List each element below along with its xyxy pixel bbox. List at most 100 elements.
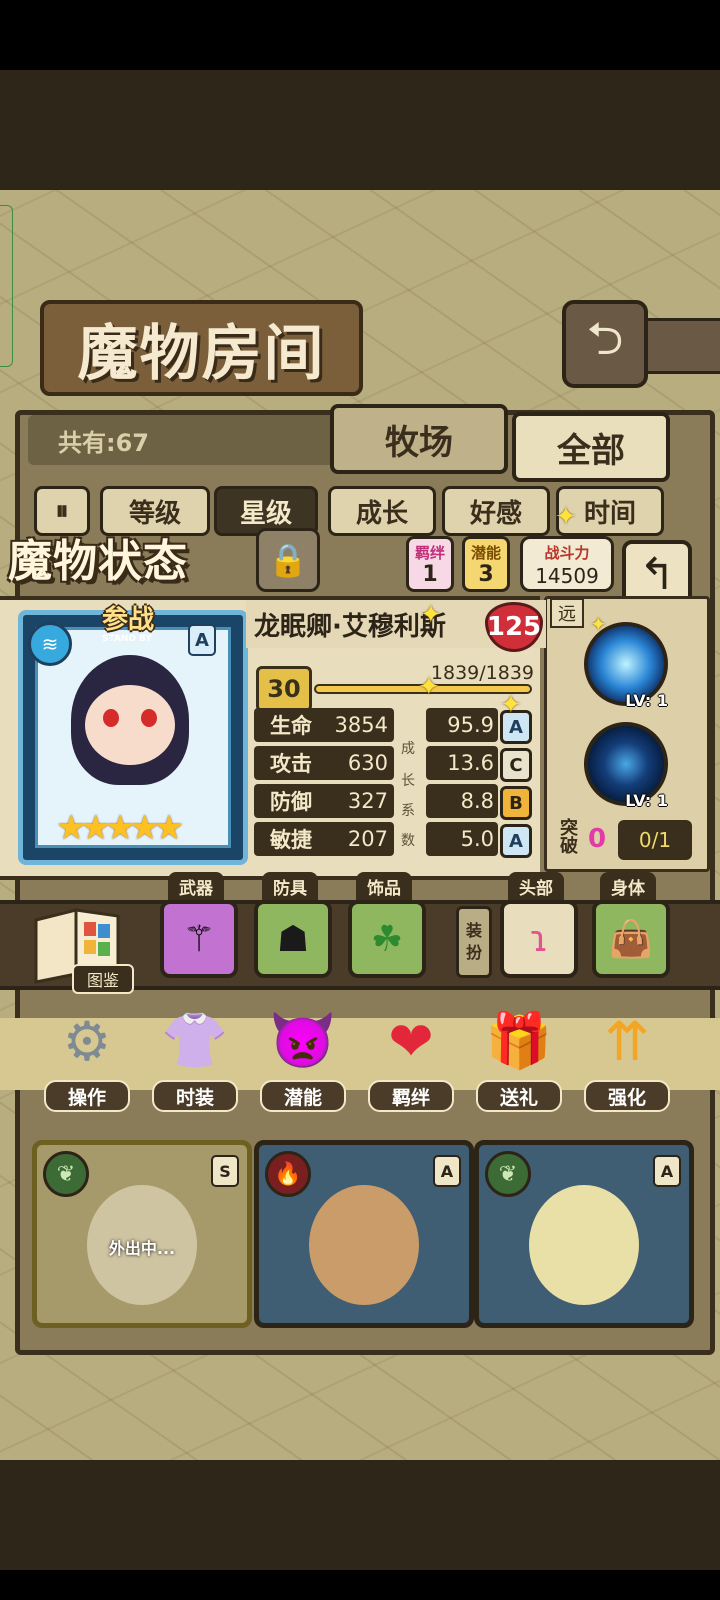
combat-power-label: 战斗力 (544, 544, 590, 562)
monster-count: 共有:67 (28, 415, 358, 465)
stand-by-subtitle: STAND BY (102, 634, 152, 644)
stat-hp-label: 生命 (254, 708, 328, 742)
bag-icon: 👜 (608, 919, 654, 960)
fire-icon: 🔥 (265, 1151, 311, 1197)
star-rating: ★★★★★ (56, 808, 196, 848)
potential-stat[interactable]: 潜能 3 (462, 536, 510, 592)
monster-card-2-rank: A (433, 1155, 461, 1187)
back-button-frame (640, 318, 720, 374)
potential-value: 3 (478, 562, 494, 587)
breakthrough-progress[interactable]: 0/1 (618, 820, 692, 860)
action-enhance-button[interactable]: ⇈ 强化 (578, 1000, 676, 1112)
monster-card-2[interactable]: 🔥 A (254, 1140, 474, 1328)
tab-ranch[interactable]: 牧场 (330, 404, 508, 474)
breakthrough-value: 0 (588, 824, 607, 854)
room-back-button[interactable]: ⮌ (562, 300, 648, 388)
action-bond-label: 羁绊 (368, 1080, 454, 1112)
stat-agi-grade: A (500, 824, 532, 858)
action-outfit-button[interactable]: 👚 时装 (146, 1000, 244, 1112)
stat-def-growth: 8.8 (426, 784, 498, 818)
bond-value: 1 (422, 562, 438, 587)
monster-card-1[interactable]: ❦ S 外出中... (32, 1140, 252, 1328)
tab-all[interactable]: 全部 (512, 412, 670, 482)
action-enhance-label: 强化 (584, 1080, 670, 1112)
stat-agi-growth: 5.0 (426, 822, 498, 856)
body-slot[interactable]: 👜 (592, 900, 670, 978)
bond-stat[interactable]: 羁绊 1 (406, 536, 454, 592)
sort-growth[interactable]: 成长 (328, 486, 436, 536)
stat-def-value: 327 (328, 784, 394, 818)
back-arrow-icon: ⮌ (586, 311, 624, 365)
accessory-slot[interactable]: ☘ (348, 900, 426, 978)
action-potential-label: 潜能 (260, 1080, 346, 1112)
sparkle-icon: ✦ (418, 672, 440, 702)
stat-agi-value: 207 (328, 822, 394, 856)
monster-level: 30 (256, 666, 312, 712)
room-title: 魔物房间 (40, 300, 363, 396)
exp-text: 1839/1839 (430, 662, 534, 684)
stat-hp-growth: 95.9 (426, 708, 498, 742)
armor-slot-label: 防具 (262, 872, 318, 900)
potential-label: 潜能 (470, 544, 501, 562)
shadow-demon-icon: 👿 (269, 1009, 337, 1072)
lock-icon: 🔒 (268, 541, 308, 579)
sparkle-icon: ✦ (590, 612, 607, 636)
growth-label-2: 长 (401, 773, 415, 789)
sort-affinity[interactable]: 好感 (442, 486, 550, 536)
rank-badge: A (188, 624, 216, 656)
monster-card-1-status: 外出中... (108, 1239, 176, 1258)
sparkle-icon: ✦ (555, 502, 577, 532)
gift-icon: 🎁 (485, 1009, 553, 1072)
staff-icon: ⚚ (182, 918, 216, 960)
cloak-icon: ☗ (276, 918, 310, 960)
monster-face (85, 685, 175, 765)
action-gift-button[interactable]: 🎁 送礼 (470, 1000, 568, 1112)
clover-icon: ☘ (370, 918, 404, 960)
lock-button[interactable]: 🔒 (256, 528, 320, 592)
monster-card-3-rank: A (653, 1155, 681, 1187)
breakthrough-label: 突破 (560, 818, 578, 857)
hearts-icon: ❤ (388, 1009, 434, 1073)
star-icon: ★★★★★ (56, 808, 184, 848)
bottom-background (0, 1460, 720, 1570)
head-slot-label: 头部 (508, 872, 564, 900)
sparkle-icon: ✦ (500, 690, 522, 720)
action-operate-button[interactable]: ⚙ 操作 (38, 1000, 136, 1112)
stat-atk-grade: C (500, 748, 532, 782)
body-slot-label: 身体 (600, 872, 656, 900)
leaf-icon: ❦ (485, 1151, 531, 1197)
stat-atk-label: 攻击 (254, 746, 328, 780)
accessory-slot-label: 饰品 (356, 872, 412, 900)
range-tag: 远 (550, 598, 584, 628)
monster-eye-right (141, 709, 157, 727)
action-operate-label: 操作 (44, 1080, 130, 1112)
weapon-slot[interactable]: ⚚ (160, 900, 238, 978)
codex-label: 图鉴 (72, 964, 134, 994)
monster-eye-left (103, 709, 119, 727)
action-gift-label: 送礼 (476, 1080, 562, 1112)
action-outfit-label: 时装 (152, 1080, 238, 1112)
side-handle[interactable] (0, 205, 13, 367)
stat-def-grade: B (500, 786, 532, 820)
action-potential-button[interactable]: 👿 潜能 (254, 1000, 352, 1112)
dress-up-text: 装扮 (465, 921, 482, 962)
monster-card-3[interactable]: ❦ A (474, 1140, 694, 1328)
stat-atk-growth: 13.6 (426, 746, 498, 780)
stat-hp-value: 3854 (328, 708, 394, 742)
sparkle-icon: ✦ (420, 600, 442, 630)
armor-slot[interactable]: ☗ (254, 900, 332, 978)
weapon-slot-label: 武器 (168, 872, 224, 900)
up-arrows-icon: ⇈ (604, 1009, 650, 1073)
outfit-icon: 👚 (161, 1009, 229, 1072)
skill-2-button[interactable]: LV: 1 (584, 722, 668, 810)
leaf-icon: ❦ (43, 1151, 89, 1197)
dress-up-label: 装扮 (456, 906, 492, 978)
action-bond-button[interactable]: ❤ 羁绊 (362, 1000, 460, 1112)
growth-label-4: 数 (401, 833, 415, 849)
stat-agi-label: 敏捷 (254, 822, 328, 856)
stat-def-label: 防御 (254, 784, 328, 818)
growth-label-1: 成 (401, 741, 415, 757)
top-background (0, 70, 720, 190)
stat-atk-value: 630 (328, 746, 394, 780)
head-slot[interactable]: ɿ (500, 900, 578, 978)
